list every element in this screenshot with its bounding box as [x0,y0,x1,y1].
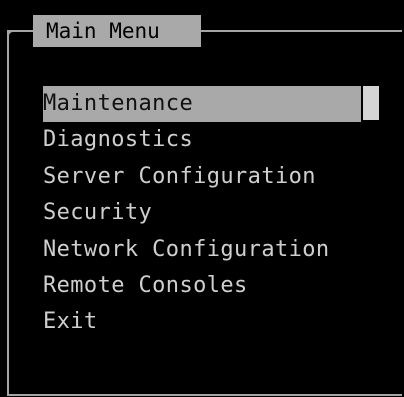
menu-item-exit[interactable]: Exit [43,304,361,340]
scrollbar-thumb[interactable] [363,86,379,120]
menu-item-maintenance[interactable]: Maintenance [43,86,361,123]
menu-title: Main Menu [33,15,201,47]
menu-item-server-configuration[interactable]: Server Configuration [43,159,361,195]
menu-item-network-configuration[interactable]: Network Configuration [43,232,361,268]
menu-item-remote-consoles[interactable]: Remote Consoles [43,268,361,304]
menu-frame-corner [7,30,29,38]
menu-item-diagnostics[interactable]: Diagnostics [43,122,361,158]
main-menu-list: Maintenance Diagnostics Server Configura… [43,86,361,341]
menu-item-security[interactable]: Security [43,195,361,231]
